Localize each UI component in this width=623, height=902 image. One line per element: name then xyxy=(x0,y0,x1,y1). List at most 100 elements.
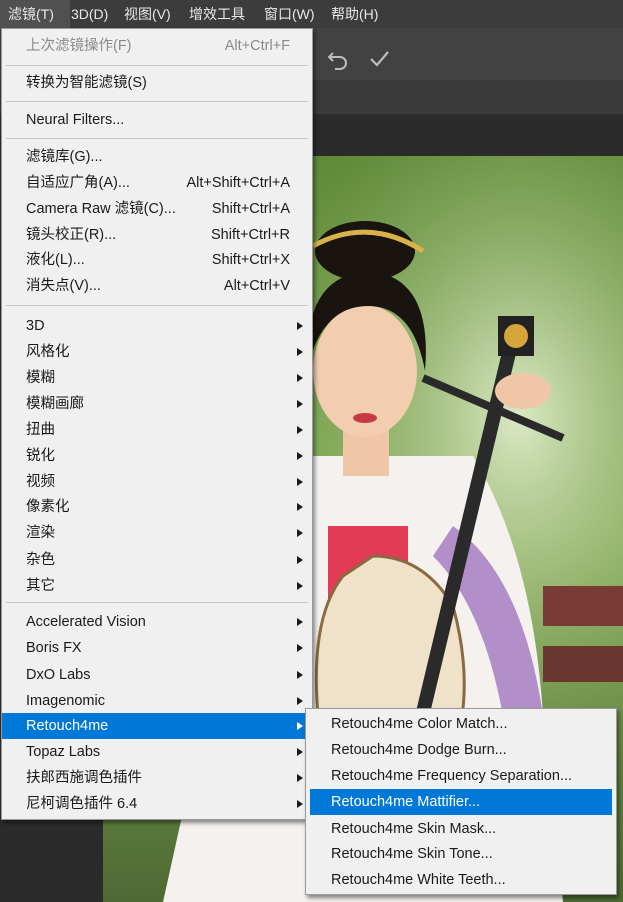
menu-item-lens-correction[interactable]: 镜头校正(R)... Shift+Ctrl+R xyxy=(2,222,312,248)
menu-item-label: 液化(L)... xyxy=(26,252,85,268)
submenu-arrow-icon xyxy=(297,644,303,652)
menu-item-distort[interactable]: 扭曲 xyxy=(2,417,312,443)
menu-item-label: Retouch4me Dodge Burn... xyxy=(331,742,507,758)
submenu-item-skin-mask[interactable]: Retouch4me Skin Mask... xyxy=(306,816,616,842)
menu-item-plugin-xishi[interactable]: 扶郎西施调色插件 xyxy=(2,765,312,791)
submenu-item-white-teeth[interactable]: Retouch4me White Teeth... xyxy=(306,867,616,893)
submenu-item-skin-tone[interactable]: Retouch4me Skin Tone... xyxy=(306,841,616,867)
menu-item-label: 其它 xyxy=(26,578,55,594)
menu-separator xyxy=(6,65,308,66)
menu-item-label: 尼柯调色插件 6.4 xyxy=(26,796,138,812)
submenu-arrow-icon xyxy=(297,452,303,460)
menu-item-label: 滤镜库(G)... xyxy=(26,149,103,165)
menu-item-label: 镜头校正(R)... xyxy=(26,227,117,243)
menu-item-liquify[interactable]: 液化(L)... Shift+Ctrl+X xyxy=(2,247,312,273)
submenu-arrow-icon xyxy=(297,618,303,626)
menu-item-label: Boris FX xyxy=(26,640,82,656)
submenu-item-frequency-separation[interactable]: Retouch4me Frequency Separation... xyxy=(306,763,616,789)
menu-item-filter-gallery[interactable]: 滤镜库(G)... xyxy=(2,144,312,170)
menu-item-imagenomic[interactable]: Imagenomic xyxy=(2,688,312,714)
submenu-arrow-icon xyxy=(297,800,303,808)
menu-item-label: 风格化 xyxy=(26,344,70,360)
menu-item-label: 渲染 xyxy=(26,525,55,541)
menu-item-label: Accelerated Vision xyxy=(26,614,146,630)
submenu-arrow-icon xyxy=(297,426,303,434)
menu-plugins[interactable]: 增效工具 xyxy=(189,0,245,28)
menu-item-label: Retouch4me White Teeth... xyxy=(331,872,506,888)
submenu-arrow-icon xyxy=(297,322,303,330)
submenu-arrow-icon xyxy=(297,774,303,782)
menu-item-shortcut: Alt+Ctrl+V xyxy=(223,278,290,294)
menu-item-sharpen[interactable]: 锐化 xyxy=(2,443,312,469)
menu-item-retouch4me[interactable]: Retouch4me xyxy=(2,713,312,739)
menu-item-adaptive-wide-angle[interactable]: 自适应广角(A)... Alt+Shift+Ctrl+A xyxy=(2,170,312,196)
menu-item-shortcut: Shift+Ctrl+R xyxy=(211,227,290,243)
menu-item-label: 自适应广角(A)... xyxy=(26,175,130,191)
menu-item-render[interactable]: 渲染 xyxy=(2,520,312,546)
menu-item-last-filter: 上次滤镜操作(F) Alt+Ctrl+F xyxy=(2,33,312,59)
menu-item-label: 上次滤镜操作(F) xyxy=(26,38,132,54)
menu-item-label: 转换为智能滤镜(S) xyxy=(26,75,147,91)
menu-item-3d[interactable]: 3D xyxy=(2,313,312,339)
menu-item-plugin-nike[interactable]: 尼柯调色插件 6.4 xyxy=(2,791,312,817)
menu-item-label: 3D xyxy=(26,318,45,334)
menu-item-label: Retouch4me Color Match... xyxy=(331,716,508,732)
commit-check-icon[interactable] xyxy=(368,48,390,70)
menu-item-blur[interactable]: 模糊 xyxy=(2,365,312,391)
submenu-arrow-icon xyxy=(297,529,303,537)
menu-item-label: 模糊 xyxy=(26,370,55,386)
submenu-arrow-icon xyxy=(297,503,303,511)
menu-item-label: Retouch4me Frequency Separation... xyxy=(331,768,572,784)
menu-item-label: Topaz Labs xyxy=(26,744,101,760)
menu-item-stylize[interactable]: 风格化 xyxy=(2,339,312,365)
menu-separator xyxy=(6,138,308,139)
menu-item-label: 视频 xyxy=(26,474,55,490)
menu-help[interactable]: 帮助(H) xyxy=(331,0,378,28)
menu-item-accelerated-vision[interactable]: Accelerated Vision xyxy=(2,609,312,635)
menu-item-camera-raw[interactable]: Camera Raw 滤镜(C)... Shift+Ctrl+A xyxy=(2,196,312,222)
menu-separator xyxy=(6,101,308,102)
menu-view[interactable]: 视图(V) xyxy=(124,0,171,28)
menu-separator xyxy=(6,602,308,603)
menu-filter[interactable]: 滤镜(T) xyxy=(0,0,70,28)
menubar: 滤镜(T) 3D(D) 视图(V) 增效工具 窗口(W) 帮助(H) xyxy=(0,0,623,28)
menu-item-pixelate[interactable]: 像素化 xyxy=(2,494,312,520)
submenu-arrow-icon xyxy=(297,582,303,590)
menu-item-topaz-labs[interactable]: Topaz Labs xyxy=(2,739,312,765)
menu-item-other[interactable]: 其它 xyxy=(2,573,312,599)
submenu-arrow-icon xyxy=(297,748,303,756)
menu-item-dxo-labs[interactable]: DxO Labs xyxy=(2,662,312,688)
menu-separator xyxy=(6,305,308,306)
menu-item-label: Retouch4me Skin Tone... xyxy=(331,846,493,862)
submenu-arrow-icon xyxy=(297,400,303,408)
menu-item-noise[interactable]: 杂色 xyxy=(2,547,312,573)
retouch4me-submenu: Retouch4me Color Match... Retouch4me Dod… xyxy=(305,708,617,895)
submenu-arrow-icon xyxy=(297,722,303,730)
menu-item-vanishing-point[interactable]: 消失点(V)... Alt+Ctrl+V xyxy=(2,273,312,299)
submenu-arrow-icon xyxy=(297,697,303,705)
menu-item-boris-fx[interactable]: Boris FX xyxy=(2,635,312,661)
menu-item-label: Imagenomic xyxy=(26,693,105,709)
menu-item-label: 消失点(V)... xyxy=(26,278,101,294)
submenu-item-mattifier[interactable]: Retouch4me Mattifier... xyxy=(310,789,612,815)
menu-item-label: Retouch4me xyxy=(26,718,109,734)
menu-3d[interactable]: 3D(D) xyxy=(71,0,108,28)
menu-item-label: 扶郎西施调色插件 xyxy=(26,770,142,786)
undo-icon[interactable] xyxy=(326,48,350,70)
menu-item-convert-smart-filters[interactable]: 转换为智能滤镜(S) xyxy=(2,70,312,96)
menu-item-neural-filters[interactable]: Neural Filters... xyxy=(2,107,312,133)
menu-item-label: 杂色 xyxy=(26,552,55,568)
menu-window[interactable]: 窗口(W) xyxy=(264,0,315,28)
submenu-arrow-icon xyxy=(297,374,303,382)
submenu-item-color-match[interactable]: Retouch4me Color Match... xyxy=(306,711,616,737)
menu-item-shortcut: Shift+Ctrl+X xyxy=(211,252,290,268)
menu-item-blur-gallery[interactable]: 模糊画廊 xyxy=(2,391,312,417)
menu-item-label: Retouch4me Mattifier... xyxy=(331,794,481,810)
menu-item-label: 模糊画廊 xyxy=(26,396,84,412)
menu-item-label: 像素化 xyxy=(26,499,70,515)
menu-item-label: 扭曲 xyxy=(26,422,55,438)
menu-item-label: 锐化 xyxy=(26,448,55,464)
submenu-item-dodge-burn[interactable]: Retouch4me Dodge Burn... xyxy=(306,737,616,763)
menu-item-label: DxO Labs xyxy=(26,667,91,683)
menu-item-video[interactable]: 视频 xyxy=(2,469,312,495)
